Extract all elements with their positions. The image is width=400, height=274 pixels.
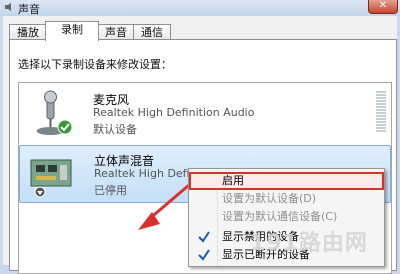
checkmark-icon — [198, 249, 210, 261]
microphone-icon — [36, 90, 73, 135]
title-bar: 声音 ✕ — [0, 0, 400, 16]
instruction-text: 选择以下录制设备来修改设置： — [18, 58, 172, 71]
tab-communications[interactable]: 通信 — [133, 24, 171, 40]
checkmark-icon — [198, 231, 210, 243]
menu-item-enable[interactable]: 启用 — [189, 172, 384, 190]
level-meter — [376, 91, 386, 135]
tab-sounds[interactable]: 声音 — [97, 24, 135, 40]
tab-playback[interactable]: 播放 — [9, 24, 47, 40]
sound-card-icon — [30, 159, 72, 198]
speaker-icon — [5, 3, 11, 11]
device-item-microphone[interactable]: 麦克风 Realtek High Definition Audio 默认设备 — [19, 85, 391, 143]
window-title: 声音 — [18, 3, 40, 16]
watermark-text: 191路由网 — [250, 231, 368, 256]
tab-recording[interactable]: 录制 — [45, 21, 99, 41]
menu-item-set-default-comm-device: 设置为默认通信设备(C) — [222, 210, 338, 223]
device-status: 默认设备 — [93, 123, 137, 136]
device-status: 已停用 — [94, 184, 127, 197]
device-driver: Realtek High Definition Audio — [93, 106, 255, 119]
close-button[interactable]: ✕ — [368, 0, 398, 14]
menu-item-set-default-device: 设置为默认设备(D) — [222, 192, 317, 205]
